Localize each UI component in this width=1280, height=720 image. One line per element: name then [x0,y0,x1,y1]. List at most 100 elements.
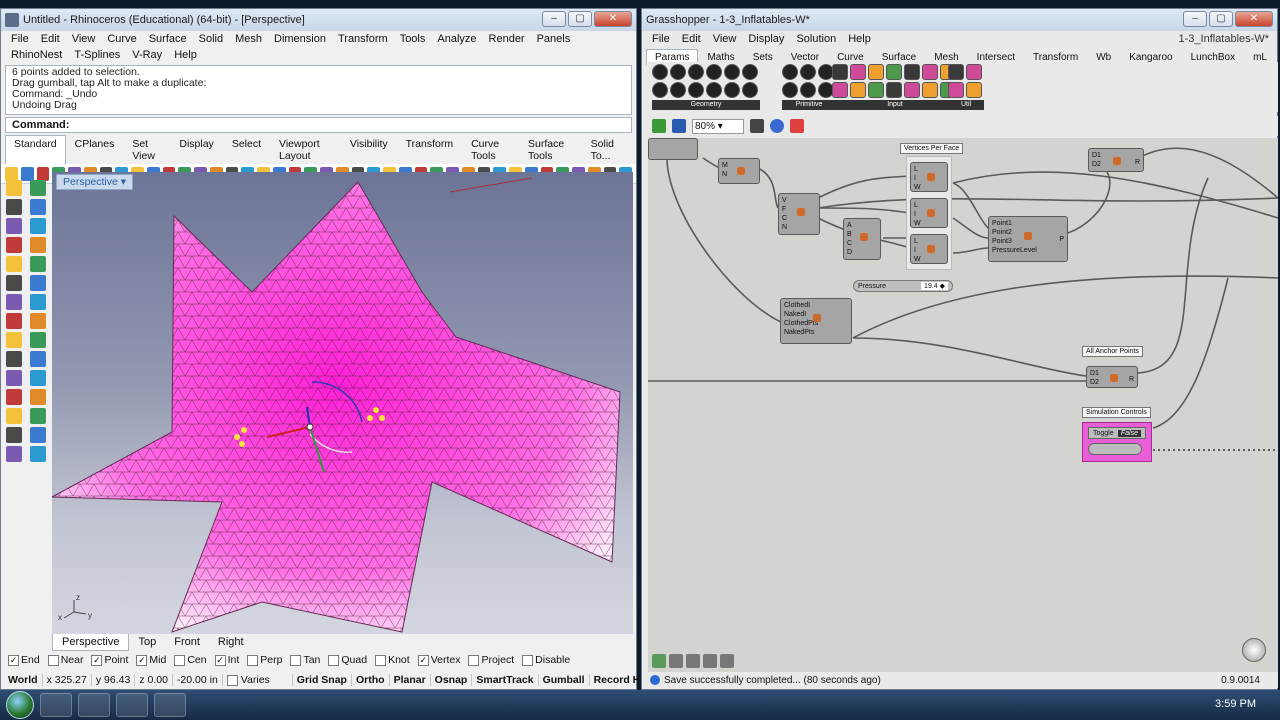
left-tool-icon[interactable] [30,256,46,272]
viewport-tab-front[interactable]: Front [165,634,209,651]
perspective-viewport[interactable]: z x y Perspective ▾ [52,172,633,634]
start-button[interactable] [6,691,34,719]
gh-menu-solution[interactable]: Solution [790,31,842,47]
component-icon[interactable] [886,82,902,98]
component-icon[interactable] [652,82,668,98]
taskbar-explorer[interactable] [40,693,72,717]
left-tool-icon[interactable] [30,351,46,367]
gh-minimize-button[interactable]: – [1183,11,1207,27]
boolean-toggle[interactable]: Toggle False [1088,427,1146,439]
rhino-titlebar[interactable]: Untitled - Rhinoceros (Educational) (64-… [1,9,636,31]
left-tool-icon[interactable] [30,332,46,348]
menu-vray[interactable]: V-Ray [126,47,168,63]
component-icon[interactable] [782,82,798,98]
list-item-component[interactable]: ABCD [843,218,881,260]
left-tool-icon[interactable] [30,218,46,234]
left-tool-icon[interactable] [6,218,22,234]
left-tool-icon[interactable] [30,370,46,386]
component-icon[interactable] [706,64,722,80]
component-icon[interactable] [782,64,798,80]
status-toggle-gumball[interactable]: Gumball [539,674,590,686]
osnap-checkbox[interactable] [47,654,59,666]
component-icon[interactable] [948,82,964,98]
left-tool-icon[interactable] [30,313,46,329]
left-tool-icon[interactable] [30,180,46,196]
component-icon[interactable] [832,64,848,80]
osnap-project[interactable]: Project [468,654,514,666]
component-icon[interactable] [948,64,964,80]
viewport-title[interactable]: Perspective ▾ [56,174,134,190]
osnap-near[interactable]: Near [47,654,83,666]
menu-tools[interactable]: Tools [394,31,432,47]
gh-menu-help[interactable]: Help [842,31,877,47]
open-icon[interactable] [652,119,666,133]
component-icon[interactable] [868,82,884,98]
command-line[interactable]: Command: [5,117,632,133]
component-icon[interactable] [670,82,686,98]
widget-icon-1[interactable] [652,654,666,668]
taskbar-clock[interactable]: 3:59 PM [1215,698,1256,710]
cplane-world[interactable]: World [4,674,43,686]
component-icon[interactable] [800,82,816,98]
menu-curve[interactable]: Curve [101,31,142,47]
osnap-perp[interactable]: Perp [247,654,282,666]
pressure-slider[interactable]: Pressure 19.4 ◆ [853,280,953,292]
gh-maximize-button[interactable]: ▢ [1209,11,1233,27]
deconstruct-mesh-component[interactable]: VFCN [778,193,820,235]
face-component[interactable]: MN [718,158,760,184]
component-icon[interactable] [850,82,866,98]
status-toggle-gridsnap[interactable]: Grid Snap [293,674,352,686]
left-tool-icon[interactable] [6,351,22,367]
left-tool-icon[interactable] [30,427,46,443]
left-tool-icon[interactable] [6,180,22,196]
group-vertices-per-face[interactable]: Vertices Per Face [900,143,964,154]
preview-eye-icon[interactable] [770,119,784,133]
left-tool-icon[interactable] [30,408,46,424]
osnap-point[interactable]: ✓ Point [91,654,128,666]
component-icon[interactable] [922,82,938,98]
tab-surfacetools[interactable]: Surface Tools [519,135,582,164]
osnap-checkbox[interactable] [290,654,302,666]
gh-menu-display[interactable]: Display [742,31,790,47]
tab-solidto[interactable]: Solid To... [582,135,632,164]
component-icon[interactable] [886,64,902,80]
left-tool-icon[interactable] [6,256,22,272]
gh-close-button[interactable]: ✕ [1235,11,1273,27]
status-toggle-planar[interactable]: Planar [390,674,431,686]
component-icon[interactable] [868,64,884,80]
osnap-disable[interactable]: Disable [522,654,570,666]
close-button[interactable]: ✕ [594,11,632,27]
left-tool-icon[interactable] [6,446,22,462]
component-icon[interactable] [724,64,740,80]
left-tool-icon[interactable] [6,237,22,253]
component-icon[interactable] [724,82,740,98]
menu-mesh[interactable]: Mesh [229,31,268,47]
menu-file[interactable]: File [5,31,35,47]
left-tool-icon[interactable] [30,389,46,405]
component-icon[interactable] [922,64,938,80]
osnap-checkbox[interactable] [522,654,534,666]
osnap-checkbox[interactable]: ✓ [91,654,103,666]
component-icon[interactable] [688,82,704,98]
left-tool-icon[interactable] [30,199,46,215]
viewport-tab-top[interactable]: Top [129,634,165,651]
gh-canvas[interactable]: MN VFCN ABCD Vertices Per Face LIW LIW L… [648,138,1278,672]
component-icon[interactable] [904,64,920,80]
component-icon[interactable] [706,82,722,98]
group-all-anchor-points[interactable]: All Anchor Points [1082,346,1143,357]
mesh-naked-vertices-component[interactable]: ClothedI NakedI ClothedPts NakedPts [780,298,852,344]
tab-standard[interactable]: Standard [5,135,66,164]
component-icon[interactable] [742,64,758,80]
list-item-1[interactable]: LIW [910,162,948,192]
zoom-select[interactable]: 80% ▾ [692,118,744,134]
left-tool-icon[interactable] [6,275,22,291]
left-tool-icon[interactable] [30,275,46,291]
osnap-tan[interactable]: Tan [290,654,320,666]
component-icon[interactable] [800,64,816,80]
list-item-2[interactable]: LIW [910,198,948,228]
osnap-checkbox[interactable]: ✓ [136,654,148,666]
left-tool-icon[interactable] [30,237,46,253]
tab-display[interactable]: Display [170,135,222,164]
osnap-checkbox[interactable] [247,654,259,666]
tab-curvetools[interactable]: Curve Tools [462,135,519,164]
